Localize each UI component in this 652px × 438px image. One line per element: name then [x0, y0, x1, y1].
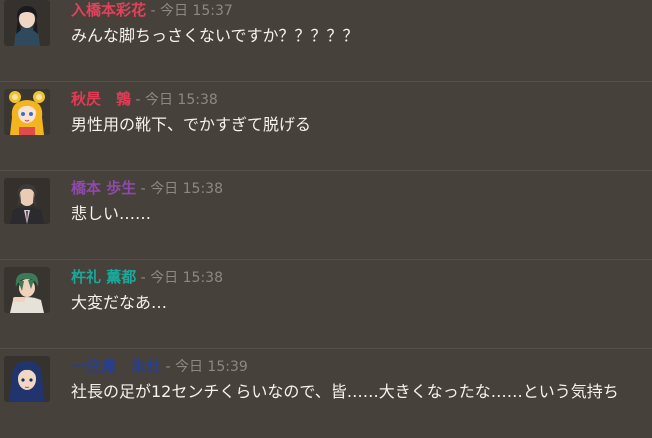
message-header: 橋本 歩生 - 今日 15:38 — [71, 179, 223, 198]
author-name[interactable]: 橋本 歩生 — [71, 179, 136, 197]
avatar-blonde-bear-ears[interactable] — [4, 89, 50, 135]
message-item: 杵礼 薫都 - 今日 15:38 大変だなあ… — [0, 260, 652, 349]
avatar-blue-haired-woman[interactable] — [4, 356, 50, 402]
message-separator: - — [131, 92, 145, 108]
message-item: 一住連 朱杜 - 今日 15:39 社長の足が12センチくらいなので、皆……大き… — [0, 349, 652, 438]
message-separator: - — [161, 359, 175, 375]
message-item: 秋昃 鶉 - 今日 15:38 男性用の靴下、でかすぎて脱げる — [0, 82, 652, 171]
message-timestamp: 今日 15:38 — [150, 181, 223, 197]
author-name[interactable]: 一住連 朱杜 — [71, 357, 161, 375]
message-header: 杵礼 薫都 - 今日 15:38 — [71, 268, 223, 287]
author-name[interactable]: 入橋本彩花 — [71, 1, 146, 19]
message-header: 秋昃 鶉 - 今日 15:38 — [71, 90, 218, 109]
message-text: みんな脚ちっさくないですか？？？？？ — [71, 26, 359, 45]
message-header: 入橋本彩花 - 今日 15:37 — [71, 1, 233, 20]
message-item: 入橋本彩花 - 今日 15:37 みんな脚ちっさくないですか？？？？？ — [0, 0, 652, 82]
message-feed: 入橋本彩花 - 今日 15:37 みんな脚ちっさくないですか？？？？？ 秋昃 鶉 — [0, 0, 652, 438]
author-name[interactable]: 杵礼 薫都 — [71, 268, 136, 286]
author-name[interactable]: 秋昃 鶉 — [71, 90, 131, 108]
message-timestamp: 今日 15:38 — [144, 92, 218, 108]
avatar-dark-haired-girl[interactable] — [4, 0, 50, 46]
message-item: 橋本 歩生 - 今日 15:38 悲しい…… — [0, 171, 652, 260]
message-text: 社長の足が12センチくらいなので、皆……大きくなったな……という気持ち — [71, 382, 619, 401]
message-timestamp: 今日 15:39 — [174, 359, 248, 375]
message-text: 男性用の靴下、でかすぎて脱げる — [71, 115, 312, 134]
message-timestamp: 今日 15:38 — [150, 270, 223, 286]
avatar-green-haired-man[interactable] — [4, 267, 50, 313]
message-timestamp: 今日 15:37 — [159, 3, 233, 19]
message-separator: - — [136, 270, 151, 286]
avatar-suited-man[interactable] — [4, 178, 50, 224]
message-header: 一住連 朱杜 - 今日 15:39 — [71, 357, 248, 376]
message-text: 悲しい…… — [71, 204, 152, 223]
message-text: 大変だなあ… — [71, 293, 168, 312]
message-separator: - — [136, 181, 151, 197]
message-separator: - — [146, 3, 160, 19]
